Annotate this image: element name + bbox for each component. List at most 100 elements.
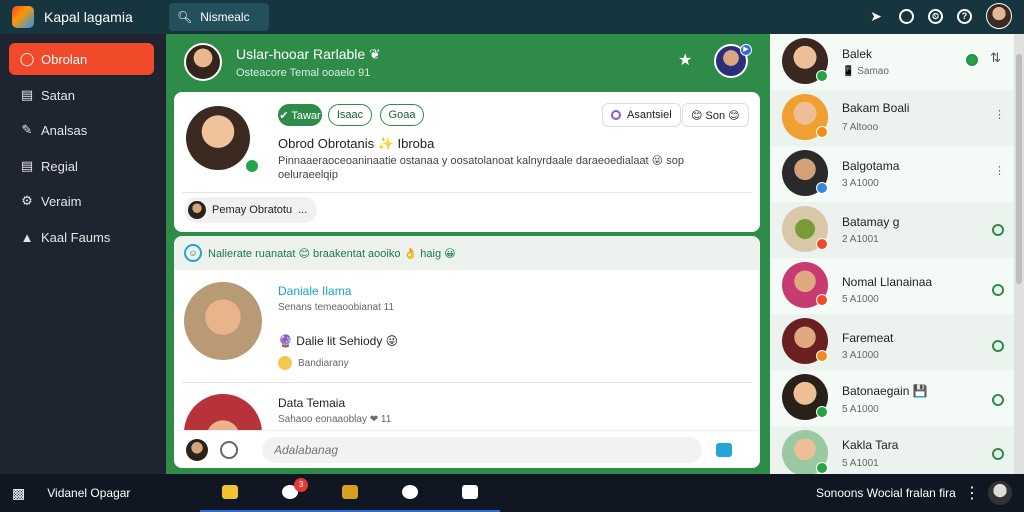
profile-name: Obrod Obrotanis ✨ Ibroba [278, 136, 435, 151]
speaker-icon[interactable]: ▩ [12, 485, 25, 502]
taskbar-app-photos[interactable] [320, 474, 380, 512]
action-button-label: Asantsiel [627, 109, 672, 121]
search-input[interactable] [200, 10, 265, 24]
contact-sub: 5 A1000 [842, 404, 879, 415]
title-bar: Kapal lagamia 🔍︎ ➤ ⏲︎ ? [0, 0, 1024, 34]
taskbar-avatar[interactable] [988, 481, 1012, 505]
taskbar-app-chat[interactable]: 3 [260, 474, 320, 512]
gear-icon: ⚙︎ [21, 193, 33, 208]
app-logo-icon [12, 6, 34, 28]
presence-icon [816, 182, 828, 194]
post-body: 🔮 Dalie lit Sehiody 😜 [278, 334, 399, 348]
presence-icon [816, 70, 828, 82]
post-title[interactable]: Data Temaia [278, 396, 345, 410]
post-avatar[interactable] [184, 282, 262, 360]
contact-item[interactable]: Nomal Llanainaa 5 A1000 [770, 258, 1016, 314]
composer [174, 430, 760, 468]
conversation-info: Uslar-hooar Rarlable ❦ Osteacore Temal o… [236, 46, 381, 79]
profile-bio: Pinnaaeraoceoaninaatie ostanaa y oosatol… [278, 155, 684, 181]
composer-avatar [186, 438, 208, 461]
contact-sub: 5 A1001 [842, 458, 879, 469]
photos-icon [342, 485, 358, 499]
app-title: Kapal lagamia [44, 9, 133, 25]
contact-name: Kakla Tara [842, 438, 899, 452]
chip-goaa[interactable]: Goaa [380, 104, 424, 126]
more-icon: ... [298, 204, 308, 216]
contact-item[interactable]: Bakam Boali 7 Altooo ⋮ [770, 90, 1016, 146]
sidebar-item-forums[interactable]: ▲ Kaal Faums [9, 221, 154, 253]
sidebar-item-status[interactable]: ▤ Satan [9, 79, 154, 111]
user-avatar[interactable] [986, 3, 1012, 29]
share-icon[interactable]: ⇅ [990, 50, 1001, 66]
star-icon[interactable]: ★ [678, 50, 692, 70]
sidebar-item-regial[interactable]: ▤ Regial [9, 150, 154, 182]
sidebar-item-analysis[interactable]: ✎ Analsas [9, 114, 154, 146]
taskbar-status-text: Sonoons Wocial fralan fira [816, 486, 956, 500]
message-input[interactable] [262, 436, 702, 463]
feed-banner: ☺ Nalierate ruanatat 😊 braakentat aooiko… [174, 236, 760, 270]
action-button-primary[interactable]: Asantsiel [602, 103, 681, 127]
pen-icon: ✎ [21, 122, 33, 137]
conversation-avatar[interactable] [184, 43, 222, 81]
sidebar-item-label: Analsas [41, 122, 88, 138]
browser-icon [402, 485, 418, 499]
sidebar-item-label: Satan [41, 87, 75, 103]
sidebar-item-label: Obrolan [41, 51, 88, 67]
chip-tawar[interactable]: ✔ Tawar [278, 104, 322, 126]
scroll-thumb[interactable] [1016, 54, 1022, 284]
contact-item[interactable]: Faremeat 3 A1000 [770, 314, 1016, 370]
contact-name: Batamay g [842, 215, 900, 229]
presence-icon [816, 294, 828, 306]
contact-sub: 7 Altooo [842, 122, 879, 133]
post-avatar[interactable] [184, 394, 262, 430]
contact-sub: 5 A1000 [842, 294, 879, 305]
action-button-emoji[interactable]: 😊 Son 😊 [682, 103, 749, 127]
post-title[interactable]: Daniale Ilama [278, 284, 351, 298]
taskbar-app-files[interactable] [200, 474, 260, 512]
more-icon[interactable]: ⋮ [994, 108, 1005, 121]
clock-icon[interactable]: ⏲︎ [928, 8, 943, 24]
sidebar-item-settings[interactable]: ⚙︎ Veraim [9, 185, 154, 217]
send-icon[interactable] [716, 442, 732, 457]
taskbar-apps: 3 [200, 474, 500, 512]
status-icon [992, 394, 1004, 406]
contact-sub: 2 A1001 [842, 234, 879, 245]
status-icon [992, 284, 1004, 296]
contact-item[interactable]: Balek 📱 Samao ⇅ [770, 34, 1016, 90]
sidebar-item-chats[interactable]: ◯ Obrolan [9, 43, 154, 75]
contact-item[interactable]: Balgotama 3 A1000 ⋮ [770, 146, 1016, 202]
reply-chip[interactable]: Pemay Obratotu ... [184, 197, 318, 223]
post-extra: Bandiarany [278, 356, 349, 370]
conversation-header: Uslar-hooar Rarlable ❦ Osteacore Temal o… [166, 34, 768, 90]
help-icon[interactable]: ? [957, 8, 972, 24]
contacts-scrollbar[interactable] [1014, 34, 1024, 474]
taskbar: ▩ Vidanel Opagar 3 Sonoons Wocial fralan… [0, 474, 1024, 512]
profile-avatar[interactable] [186, 106, 250, 170]
chip-isaac[interactable]: Isaac [328, 104, 372, 126]
presence-icon [816, 462, 828, 474]
taskbar-app-browser[interactable] [380, 474, 440, 512]
folder-icon [222, 485, 238, 499]
contact-item[interactable]: Batamay g 2 A1001 [770, 202, 1016, 258]
presence-icon [816, 406, 828, 418]
more-vertical-icon[interactable]: ⋮ [964, 483, 980, 503]
presence-icon [816, 238, 828, 250]
list-item[interactable]: Daniale Ilama Senans temeaoobianat 11 🔮 … [174, 270, 760, 382]
status-icon[interactable] [899, 8, 914, 24]
contact-item[interactable]: Batonaegain 💾 5 A1000 [770, 370, 1016, 426]
divider [182, 192, 752, 193]
emoji-icon [278, 356, 292, 370]
contact-name: Balgotama [842, 159, 900, 173]
list-item[interactable]: Data Temaia Sahaoo eonaaoblay ❤ 11 [174, 382, 760, 430]
taskbar-app-camera[interactable] [440, 474, 500, 512]
more-icon[interactable]: ⋮ [994, 164, 1005, 177]
pin-icon[interactable]: ➤ [867, 7, 885, 25]
emoji-picker-icon[interactable] [220, 440, 238, 459]
top-actions: ➤ ⏲︎ ? [867, 3, 1012, 29]
notification-badge: 3 [294, 478, 308, 492]
contact-name: Batonaegain 💾 [842, 384, 928, 398]
sidebar-item-label: Veraim [41, 193, 82, 209]
search-box[interactable]: 🔍︎ [169, 3, 269, 31]
taskbar-label: Vidanel Opagar [47, 486, 131, 500]
smiley-icon: ☺ [184, 244, 202, 262]
